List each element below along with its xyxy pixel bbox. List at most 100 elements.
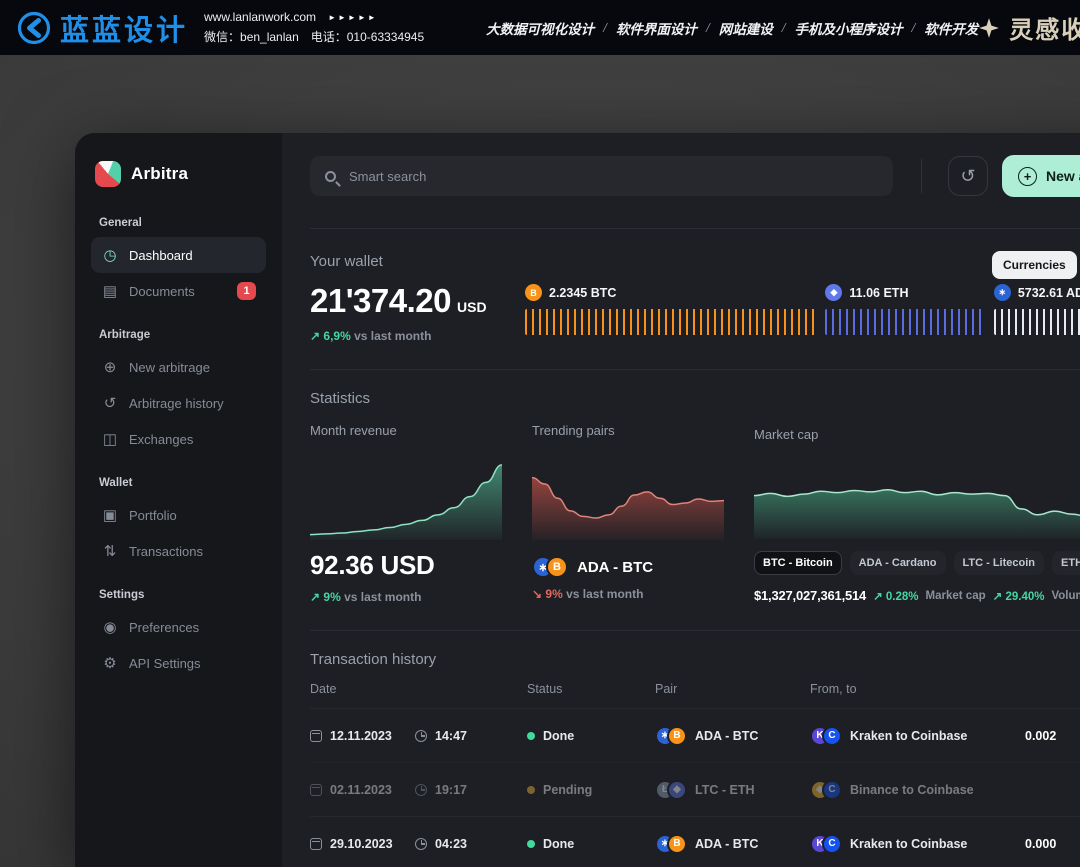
banner-nav-item--[interactable]: 软件界面设计 [616,18,697,38]
sidebar-item-transactions[interactable]: ⇅Transactions [91,533,266,569]
holding-amount: 11.06 ETH [849,286,908,300]
status-dot [527,786,535,794]
sidebar-item-exchanges[interactable]: ◫Exchanges [91,421,266,457]
time-value: 19:17 [435,783,467,797]
sidebar-section-label: Arbitrage [99,329,258,341]
sidebar-section-label: Settings [99,589,258,601]
transaction-row[interactable]: 12.11.202314:47Done∗BADA - BTCKCKraken t… [310,708,1080,762]
trending-change: ↘ 9% vs last month [532,587,724,601]
status-cell: Done [527,729,655,743]
banner-nav-item--[interactable]: 软件开发 [924,18,978,38]
sidebar-section-label: Wallet [99,477,258,489]
eth-coin-icon: ◆ [667,780,687,800]
month-revenue-pct: ↗ 9% [310,590,341,604]
search-input[interactable] [347,168,878,185]
top-banner: 蓝蓝设计 www.lanlanwork.com ►►►►► 微信：ben_lan… [0,0,1080,55]
transaction-history-section: Transaction history DateStatusPairFrom, … [310,631,1080,867]
pair-value: ADA - BTC [695,837,758,851]
lanlan-logo[interactable]: 蓝蓝设计 [16,7,188,49]
coin-chip-btc-bitcoin[interactable]: BTC - Bitcoin [754,551,842,575]
sidebar-item-api-settings[interactable]: ⚙API Settings [91,645,266,681]
holding-bar-btc [525,309,815,335]
sidebar-item-label: Portfolio [129,508,177,523]
banner-nav-item--[interactable]: 网站建设 [719,18,773,38]
arbitra-logo-icon [95,161,121,187]
column-header-status: Status [527,682,655,696]
month-revenue-card: Month revenue 92.36 USD ↗ 9% vs last mon… [310,423,502,604]
sidebar-item-label: Arbitrage history [129,396,224,411]
coin-chip-eth-ethere[interactable]: ETH - Ethere [1052,551,1080,575]
exchange-icons: KC [810,726,842,746]
coinbase-coin-icon: C [822,834,842,854]
search-box[interactable] [310,156,893,196]
from-to-cell: KCKraken to Coinbase [810,834,1025,854]
app-logo[interactable]: Arbitra [95,161,262,187]
transaction-row[interactable]: 29.10.202304:23Done∗BADA - BTCKCKraken t… [310,816,1080,867]
preferences-icon: ◉ [101,618,119,636]
market-cap-card: Market cap 1D7D1M BTC - BitcoinADA - Car… [754,423,1080,604]
portfolio-icon: ▣ [101,506,119,524]
banner-nav: 大数据可视化设计/软件界面设计/网站建设/手机及小程序设计/软件开发 [486,18,978,38]
sidebar-item-label: Transactions [129,544,203,559]
history-button[interactable]: ↺ [948,156,988,196]
date-value: 12.11.2023 [330,729,392,743]
column-header-date: Date [310,682,415,696]
ada-coin-icon: ∗ [994,284,1011,301]
market-cap-change-label: Market cap [926,590,986,602]
sidebar-item-dashboard[interactable]: ◷Dashboard [91,237,266,273]
time-cell: 14:47 [415,729,527,743]
wallet-holdings: B 2.2345 BTC ◆11.06 ETH ∗5732.61 ADA [525,284,1080,343]
status-dot [527,732,535,740]
sidebar-item-documents[interactable]: ▤Documents1 [91,273,266,309]
banner-nav-item--[interactable]: 大数据可视化设计 [486,18,594,38]
history-icon: ↺ [101,394,119,412]
column-header-from-to: From, to [810,682,1025,696]
month-revenue-note: vs last month [344,590,421,604]
sidebar-item-label: API Settings [129,656,201,671]
holding-label: ◆11.06 ETH [825,284,983,301]
holding-bar-eth [825,309,983,335]
trending-pair[interactable]: ∗B ADA - BTC [532,556,724,578]
collect-label: 灵感收集 [1009,10,1080,45]
btc-coin-icon: B [525,284,542,301]
transactions-title: Transaction history [310,651,1080,668]
search-icon [325,171,336,182]
wallet-balance: 21'374.20USD [310,282,490,320]
holding-amount: 2.2345 BTC [549,286,616,300]
sidebar-item-preferences[interactable]: ◉Preferences [91,609,266,645]
wallet-title: Your wallet [310,253,1080,270]
btc-coin-icon: B [667,834,687,854]
sidebar-item-new-arbitrage[interactable]: ⊕New arbitrage [91,349,266,385]
coin-chip-ada-cardano[interactable]: ADA - Cardano [850,551,946,575]
banner-nav-item--[interactable]: 手机及小程序设计 [794,18,902,38]
sidebar-item-portfolio[interactable]: ▣ Portfolio [91,497,266,533]
coinbase-coin-icon: C [822,726,842,746]
trending-pct: ↘ 9% [532,587,563,601]
banner-arrows: ►►►►► [328,13,378,22]
holding-ada: ∗5732.61 ADA [994,284,1080,343]
banner-website[interactable]: www.lanlanwork.com [204,10,316,24]
transaction-row[interactable]: 02.11.202319:17PendingŁ◆LTC - ETH◆CBinan… [310,762,1080,816]
calendar-icon [310,838,322,850]
month-revenue-change: ↗ 9% vs last month [310,590,502,604]
banner-phone: 电话：010-63334945 [311,28,424,45]
status-dot [527,840,535,848]
plus-icon: + [1018,167,1037,186]
wallet-chip-currencies[interactable]: Currencies [992,251,1077,279]
app-name: Arbitra [131,164,188,184]
pair-cell: ∗BADA - BTC [655,834,810,854]
pair-value: ADA - BTC [695,729,758,743]
coin-chip-ltc-litecoin[interactable]: LTC - Litecoin [954,551,1045,575]
collect-button[interactable]: 灵感收集 [978,10,1080,45]
exchange-icons: ◆C [810,780,842,800]
wallet-change: ↗ 6,9% vs last month [310,329,490,343]
statistics-title: Statistics [310,390,1080,407]
sidebar-item-arbitrage-history[interactable]: ↺ Arbitrage history [91,385,266,421]
exchange-icons: KC [810,834,842,854]
holding-label: ∗5732.61 ADA [994,284,1080,301]
trending-pairs-label: Trending pairs [532,423,724,438]
coinbase-coin-icon: C [822,780,842,800]
new-arbitrage-button[interactable]: + New a [1002,155,1080,197]
wallet-balance-block: 21'374.20USD ↗ 6,9% vs last month [310,282,490,343]
market-cap-change: ↗ 0.28% [873,589,918,603]
